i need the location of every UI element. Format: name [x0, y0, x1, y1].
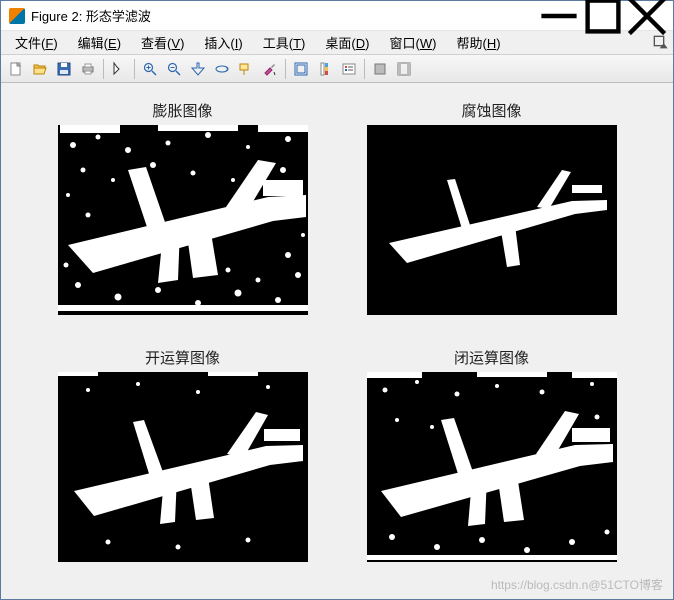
hide-plot-tools-button[interactable]	[369, 58, 391, 80]
menu-window[interactable]: 窗口(W)	[379, 31, 446, 54]
menu-view[interactable]: 查看(V)	[131, 31, 194, 54]
menu-tools-label: 工具	[263, 36, 289, 51]
insert-colorbar-button[interactable]	[314, 58, 336, 80]
menu-desktop-accel: D	[356, 36, 365, 51]
save-button[interactable]	[53, 58, 75, 80]
zoom-in-button[interactable]	[139, 58, 161, 80]
subplot-dilation: 膨胀图像	[46, 100, 319, 323]
subplot-title: 开运算图像	[145, 347, 220, 368]
menu-window-accel: W	[420, 36, 432, 51]
link-data-button[interactable]	[290, 58, 312, 80]
zoom-out-button[interactable]	[163, 58, 185, 80]
menu-file-accel: F	[45, 36, 53, 51]
toolbar-separator	[364, 59, 365, 79]
subplot-title: 腐蚀图像	[461, 100, 521, 121]
menu-help-label: 帮助	[456, 36, 482, 51]
data-cursor-button[interactable]	[235, 58, 257, 80]
menu-file-label: 文件	[15, 36, 41, 51]
show-plot-tools-button[interactable]	[393, 58, 415, 80]
toolbar-separator	[134, 59, 135, 79]
print-button[interactable]	[77, 58, 99, 80]
dock-dropdown-icon[interactable]	[653, 35, 669, 51]
subplot-title: 膨胀图像	[152, 100, 212, 121]
toolbar-separator	[285, 59, 286, 79]
menu-edit-accel: E	[108, 36, 117, 51]
insert-legend-button[interactable]	[338, 58, 360, 80]
subplot-erosion: 腐蚀图像	[355, 100, 628, 323]
axes-image[interactable]	[367, 372, 617, 562]
axes-image[interactable]	[367, 125, 617, 315]
figure-area: 膨胀图像	[1, 83, 673, 599]
subplot-closing: 闭运算图像	[355, 347, 628, 570]
close-button[interactable]	[625, 2, 669, 30]
axes-image[interactable]	[58, 372, 308, 562]
menu-desktop-label: 桌面	[325, 36, 351, 51]
titlebar: Figure 2: 形态学滤波	[1, 1, 673, 31]
menu-view-label: 查看	[141, 36, 167, 51]
menu-insert[interactable]: 插入(I)	[194, 31, 252, 54]
matlab-icon	[9, 8, 25, 24]
menu-insert-label: 插入	[204, 36, 230, 51]
toolbar	[1, 55, 673, 83]
new-figure-button[interactable]	[5, 58, 27, 80]
maximize-button[interactable]	[581, 2, 625, 30]
axes-image[interactable]	[58, 125, 308, 315]
open-button[interactable]	[29, 58, 51, 80]
window-title: Figure 2: 形态学滤波	[31, 6, 537, 25]
menu-view-accel: V	[171, 36, 180, 51]
menu-tools-accel: T	[293, 36, 301, 51]
menu-help[interactable]: 帮助(H)	[446, 31, 510, 54]
subplot-opening: 开运算图像	[46, 347, 319, 570]
edit-plot-button[interactable]	[108, 58, 130, 80]
subplot-title: 闭运算图像	[454, 347, 529, 368]
menu-window-label: 窗口	[389, 36, 415, 51]
menu-tools[interactable]: 工具(T)	[253, 31, 316, 54]
figure-inner: 膨胀图像	[10, 92, 664, 590]
menu-edit-label: 编辑	[78, 36, 104, 51]
menu-help-accel: H	[487, 36, 496, 51]
brush-button[interactable]	[259, 58, 281, 80]
minimize-button[interactable]	[537, 2, 581, 30]
menu-file[interactable]: 文件(F)	[5, 31, 68, 54]
rotate-3d-button[interactable]	[211, 58, 233, 80]
toolbar-separator	[103, 59, 104, 79]
pan-button[interactable]	[187, 58, 209, 80]
menu-edit[interactable]: 编辑(E)	[68, 31, 131, 54]
menu-desktop[interactable]: 桌面(D)	[315, 31, 379, 54]
menu-insert-accel: I	[235, 36, 239, 51]
